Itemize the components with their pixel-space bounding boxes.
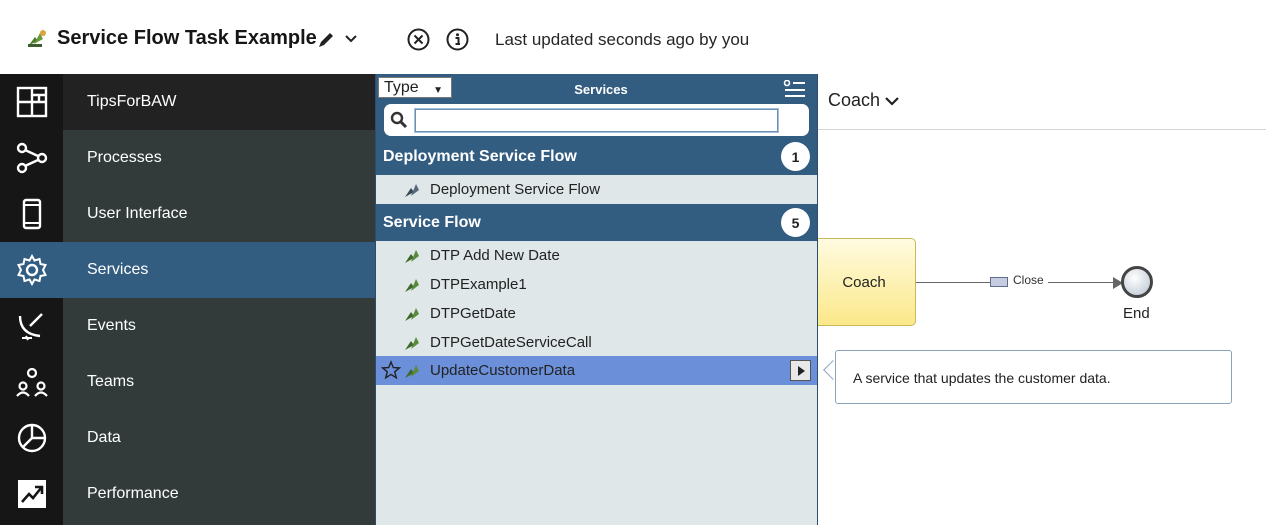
service-item[interactable]: DTPExample1	[376, 270, 817, 299]
last-updated-text: Last updated seconds ago by you	[495, 30, 750, 49]
mobile-icon	[22, 198, 41, 230]
service-flow-icon	[405, 184, 419, 197]
count-badge: 1	[781, 142, 810, 171]
dropdown-arrow-icon: ▼	[433, 85, 443, 96]
service-item-label: DTPExample1	[430, 276, 527, 293]
services-popup: Type ▼ Services Deployment Service Flow …	[375, 74, 818, 525]
rail-item-processes[interactable]	[0, 130, 63, 186]
pie-chart-icon	[17, 423, 46, 453]
group-header-deployment[interactable]: Deployment Service Flow 1	[376, 138, 817, 175]
popup-title: Services	[574, 82, 628, 97]
service-item-label: UpdateCustomerData	[430, 362, 576, 379]
dashboard-icon	[16, 86, 47, 118]
close-icon[interactable]	[407, 28, 430, 51]
edit-icon[interactable]	[316, 30, 336, 50]
expand-button[interactable]	[790, 360, 811, 381]
view-dropdown[interactable]: Coach	[828, 90, 880, 111]
service-tooltip: A service that updates the customer data…	[835, 350, 1232, 404]
service-item[interactable]: DTPGetDate	[376, 299, 817, 328]
search-box	[384, 104, 809, 136]
rail-item-user-interface[interactable]	[0, 186, 63, 242]
service-flow-icon	[405, 308, 419, 321]
header-bar: Service Flow Task Example Last updated s…	[0, 0, 1266, 74]
rail-item-services[interactable]	[0, 242, 63, 298]
flow-line[interactable]	[916, 282, 990, 283]
type-select[interactable]: Type ▼	[378, 77, 452, 98]
group-name: Service Flow	[383, 213, 481, 231]
service-item[interactable]: DTPGetDateServiceCall	[376, 328, 817, 357]
end-event-label: End	[1123, 305, 1150, 322]
service-flow-icon	[28, 30, 46, 47]
count-badge: 5	[781, 208, 810, 237]
service-item[interactable]: DTP Add New Date	[376, 241, 817, 270]
icon-rail	[0, 74, 63, 525]
page-title: Service Flow Task Example	[57, 27, 317, 49]
nav-item-services[interactable]: Services	[63, 242, 376, 298]
nav-item-events[interactable]: Events	[63, 298, 376, 354]
search-icon	[390, 111, 408, 129]
type-select-value: Type	[384, 79, 419, 96]
popup-header: Type ▼ Services	[376, 74, 817, 138]
service-flow-icon	[405, 337, 419, 350]
end-event-node[interactable]	[1121, 266, 1153, 298]
service-flow-icon	[405, 250, 419, 263]
flow-line[interactable]	[1048, 282, 1114, 283]
rail-item-events[interactable]	[0, 298, 63, 354]
canvas-toolbar: Coach	[818, 74, 1266, 130]
flow-label[interactable]: Close	[1013, 273, 1044, 287]
coach-node-label: Coach	[842, 273, 886, 291]
chevron-down-icon[interactable]	[343, 30, 359, 46]
service-item-selected[interactable]: UpdateCustomerData	[376, 356, 817, 385]
diagram-canvas[interactable]: Coach Coach Close End A service that upd…	[812, 74, 1266, 525]
satellite-icon	[18, 313, 43, 341]
app-root: Service Flow Task Example Last updated s…	[0, 0, 1266, 525]
nav-item-performance[interactable]: Performance	[63, 466, 376, 522]
service-item-label: DTPGetDateServiceCall	[430, 334, 592, 351]
service-item-label: DTPGetDate	[430, 305, 516, 322]
flow-marker-icon	[990, 277, 1008, 287]
chevron-down-icon[interactable]	[884, 93, 900, 109]
search-input[interactable]	[414, 108, 779, 133]
nav-item-teams[interactable]: Teams	[63, 354, 376, 410]
coach-node[interactable]: Coach	[812, 238, 916, 326]
gear-icon	[16, 254, 47, 286]
processes-icon	[16, 142, 47, 174]
list-options-icon[interactable]	[783, 80, 807, 98]
service-item-label: DTP Add New Date	[430, 247, 560, 264]
group-header-service-flow[interactable]: Service Flow 5	[376, 204, 817, 241]
service-item[interactable]: Deployment Service Flow	[376, 175, 817, 204]
rail-item-dashboard[interactable]	[0, 74, 63, 130]
service-item-label: Deployment Service Flow	[430, 181, 601, 198]
teams-icon	[15, 367, 48, 397]
nav-item-user-interface[interactable]: User Interface	[63, 186, 376, 242]
service-flow-icon	[405, 365, 419, 378]
rail-item-performance[interactable]	[0, 466, 63, 522]
rail-item-data[interactable]	[0, 410, 63, 466]
caret-right-icon	[797, 365, 805, 376]
nav-item-processes[interactable]: Processes	[63, 130, 376, 186]
service-flow-icon	[405, 279, 419, 292]
nav-item-data[interactable]: Data	[63, 410, 376, 466]
star-icon[interactable]	[381, 360, 401, 380]
nav-item-project[interactable]: TipsForBAW	[63, 74, 376, 130]
info-icon[interactable]	[446, 28, 469, 51]
trend-chart-icon	[17, 480, 46, 508]
group-name: Deployment Service Flow	[383, 147, 577, 165]
library-nav: TipsForBAW Processes User Interface Serv…	[63, 74, 376, 525]
rail-item-teams[interactable]	[0, 354, 63, 410]
